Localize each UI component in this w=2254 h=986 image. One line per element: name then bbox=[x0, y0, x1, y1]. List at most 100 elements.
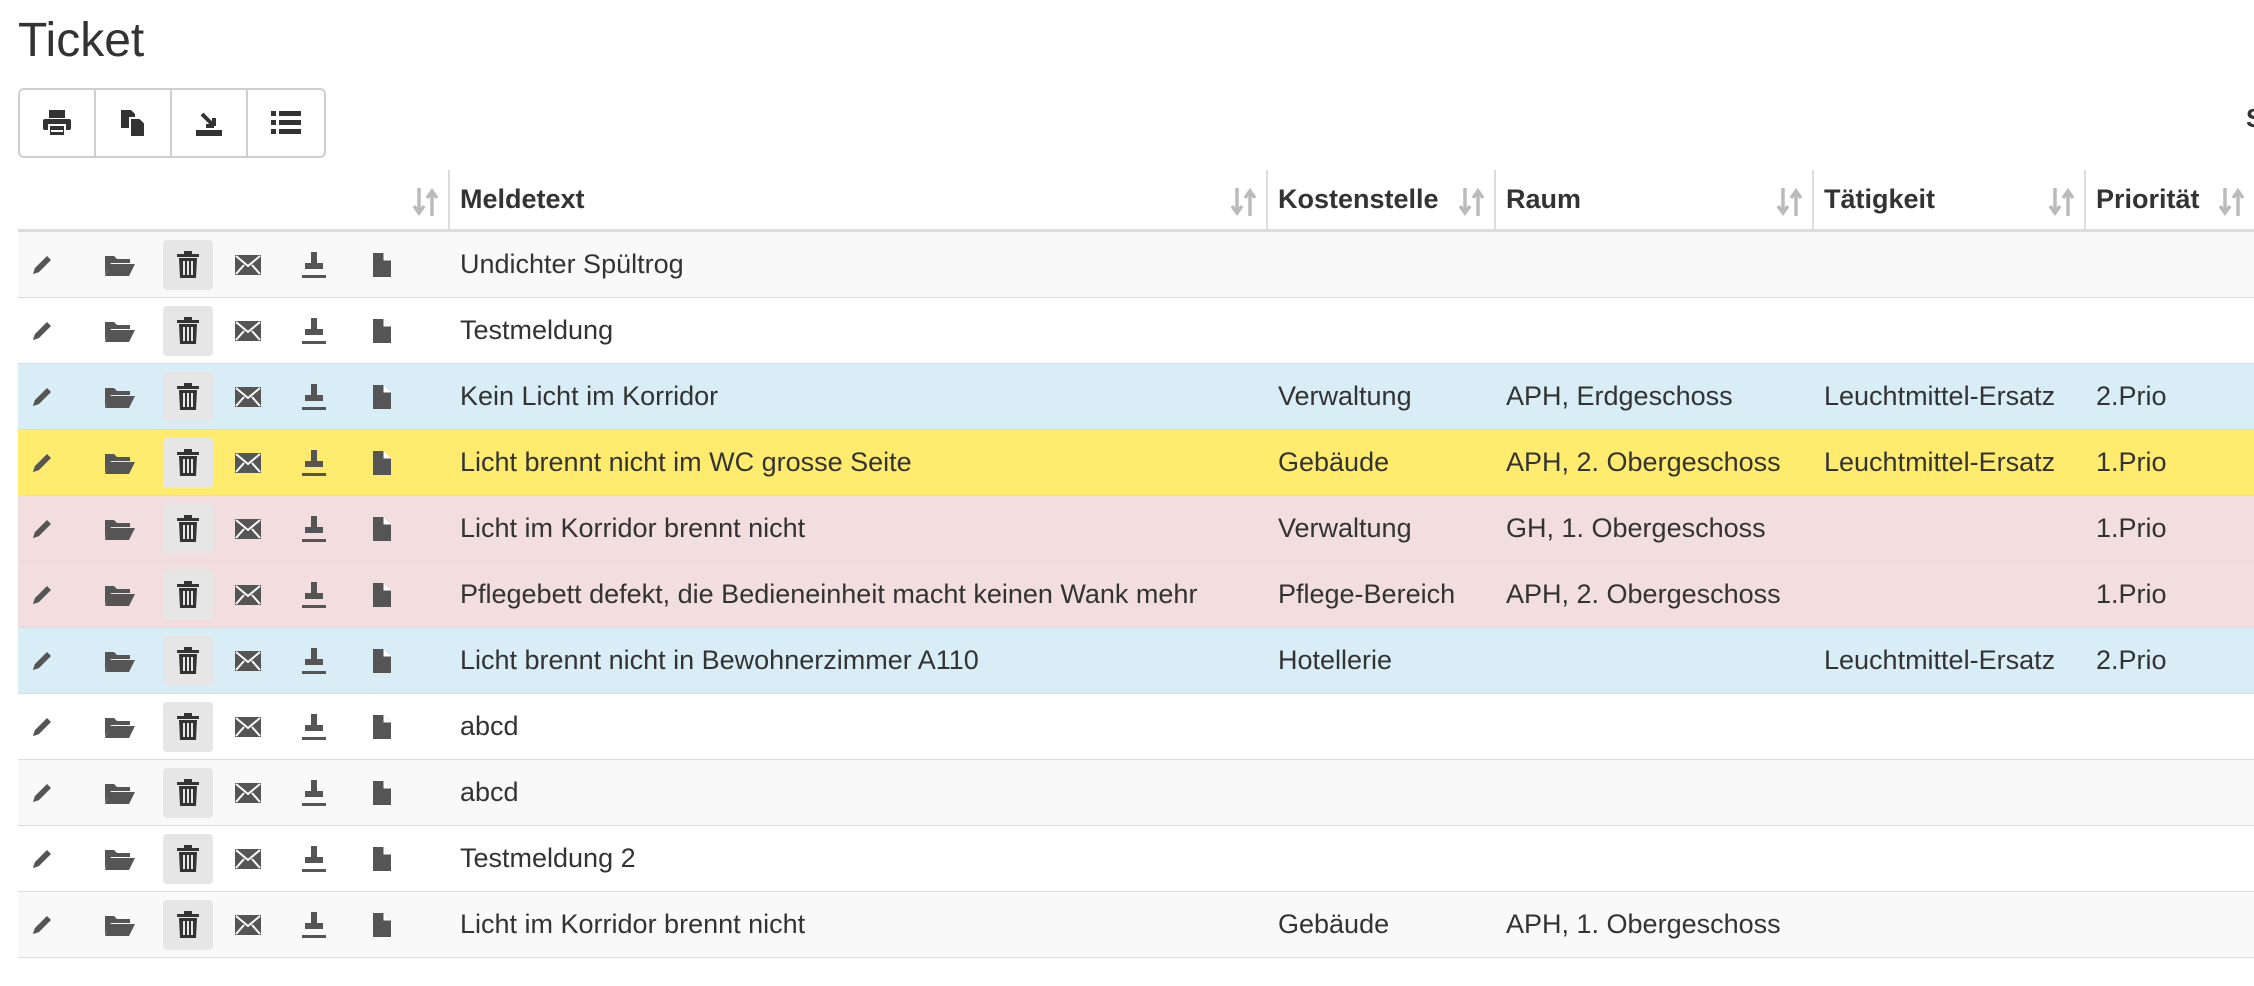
delete-button[interactable] bbox=[163, 900, 213, 950]
edit-button[interactable] bbox=[18, 364, 66, 429]
delete-button[interactable] bbox=[163, 768, 213, 818]
document-icon bbox=[373, 253, 391, 277]
column-header-actions[interactable] bbox=[18, 170, 450, 229]
email-button[interactable] bbox=[224, 298, 272, 363]
email-button[interactable] bbox=[224, 430, 272, 495]
open-button[interactable] bbox=[96, 826, 144, 891]
document-button[interactable] bbox=[358, 892, 406, 957]
open-button[interactable] bbox=[96, 232, 144, 297]
email-button[interactable] bbox=[224, 892, 272, 957]
stamp-button[interactable] bbox=[290, 298, 338, 363]
list-icon bbox=[271, 111, 301, 134]
document-button[interactable] bbox=[358, 760, 406, 825]
open-button[interactable] bbox=[96, 760, 144, 825]
stamp-button[interactable] bbox=[290, 628, 338, 693]
delete-button[interactable] bbox=[163, 834, 213, 884]
edit-button[interactable] bbox=[18, 826, 66, 891]
column-header-raum[interactable]: Raum bbox=[1496, 170, 1814, 229]
edit-button[interactable] bbox=[18, 628, 66, 693]
column-header-kostenstelle[interactable]: Kostenstelle bbox=[1268, 170, 1496, 229]
print-button[interactable] bbox=[20, 90, 96, 156]
copy-button[interactable] bbox=[96, 90, 172, 156]
email-button[interactable] bbox=[224, 760, 272, 825]
document-button[interactable] bbox=[358, 496, 406, 561]
table-row[interactable]: abcd bbox=[18, 760, 2254, 826]
edit-button[interactable] bbox=[18, 760, 66, 825]
document-button[interactable] bbox=[358, 628, 406, 693]
open-button[interactable] bbox=[96, 694, 144, 759]
edit-button[interactable] bbox=[18, 232, 66, 297]
stamp-button[interactable] bbox=[290, 826, 338, 891]
table-row[interactable]: abcd bbox=[18, 694, 2254, 760]
open-button[interactable] bbox=[96, 892, 144, 957]
open-button[interactable] bbox=[96, 628, 144, 693]
edit-icon bbox=[33, 586, 51, 604]
stamp-button[interactable] bbox=[290, 562, 338, 627]
cell-taetigkeit bbox=[1814, 826, 2086, 891]
stamp-button[interactable] bbox=[290, 892, 338, 957]
table-row[interactable]: Licht im Korridor brennt nicht Verwaltun… bbox=[18, 496, 2254, 562]
document-button[interactable] bbox=[358, 826, 406, 891]
delete-button[interactable] bbox=[163, 438, 213, 488]
delete-button[interactable] bbox=[163, 504, 213, 554]
table-row[interactable]: Testmeldung bbox=[18, 298, 2254, 364]
email-button[interactable] bbox=[224, 364, 272, 429]
delete-button[interactable] bbox=[163, 306, 213, 356]
open-button[interactable] bbox=[96, 430, 144, 495]
stamp-button[interactable] bbox=[290, 364, 338, 429]
open-button[interactable] bbox=[96, 562, 144, 627]
table-row[interactable]: Licht im Korridor brennt nicht Gebäude A… bbox=[18, 892, 2254, 958]
edit-button[interactable] bbox=[18, 496, 66, 561]
document-button[interactable] bbox=[358, 232, 406, 297]
column-header-meldetext[interactable]: Meldetext bbox=[450, 170, 1268, 229]
email-button[interactable] bbox=[224, 628, 272, 693]
cell-kostenstelle bbox=[1268, 232, 1496, 297]
cell-meldetext: abcd bbox=[460, 777, 519, 807]
column-header-prioritaet[interactable]: Priorität bbox=[2086, 170, 2254, 229]
edit-button[interactable] bbox=[18, 892, 66, 957]
column-header-taetigkeit[interactable]: Tätigkeit bbox=[1814, 170, 2086, 229]
edit-button[interactable] bbox=[18, 562, 66, 627]
stamp-button[interactable] bbox=[290, 232, 338, 297]
table-row[interactable]: Licht brennt nicht im WC grosse Seite Ge… bbox=[18, 430, 2254, 496]
table-row[interactable]: Undichter Spültrog bbox=[18, 232, 2254, 298]
document-button[interactable] bbox=[358, 364, 406, 429]
cell-kostenstelle bbox=[1268, 760, 1496, 825]
open-button[interactable] bbox=[96, 364, 144, 429]
edit-button[interactable] bbox=[18, 298, 66, 363]
delete-button[interactable] bbox=[163, 570, 213, 620]
edit-button[interactable] bbox=[18, 694, 66, 759]
table-body: Undichter Spültrog Testmeldung Kein Lich… bbox=[18, 232, 2254, 958]
document-button[interactable] bbox=[358, 694, 406, 759]
email-button[interactable] bbox=[224, 826, 272, 891]
stamp-button[interactable] bbox=[290, 430, 338, 495]
table-row[interactable]: Testmeldung 2 bbox=[18, 826, 2254, 892]
stamp-button[interactable] bbox=[290, 496, 338, 561]
email-button[interactable] bbox=[224, 496, 272, 561]
cell-prioritaet: 1.Prio bbox=[2096, 579, 2167, 609]
cell-raum: GH, 1. Obergeschoss bbox=[1506, 513, 1766, 543]
document-icon bbox=[373, 781, 391, 805]
open-button[interactable] bbox=[96, 298, 144, 363]
table-row[interactable]: Pflegebett defekt, die Bedieneinheit mac… bbox=[18, 562, 2254, 628]
list-button[interactable] bbox=[248, 90, 324, 156]
email-button[interactable] bbox=[224, 694, 272, 759]
open-button[interactable] bbox=[96, 496, 144, 561]
open-folder-icon bbox=[105, 388, 135, 408]
table-row[interactable]: Licht brennt nicht in Bewohnerzimmer A11… bbox=[18, 628, 2254, 694]
delete-button[interactable] bbox=[163, 372, 213, 422]
edit-button[interactable] bbox=[18, 430, 66, 495]
delete-button[interactable] bbox=[163, 702, 213, 752]
stamp-button[interactable] bbox=[290, 694, 338, 759]
document-button[interactable] bbox=[358, 298, 406, 363]
export-button[interactable] bbox=[172, 90, 248, 156]
delete-button[interactable] bbox=[163, 240, 213, 290]
email-button[interactable] bbox=[224, 562, 272, 627]
delete-button[interactable] bbox=[163, 636, 213, 686]
document-button[interactable] bbox=[358, 562, 406, 627]
table-row[interactable]: Kein Licht im Korridor Verwaltung APH, E… bbox=[18, 364, 2254, 430]
stamp-button[interactable] bbox=[290, 760, 338, 825]
stamp-icon bbox=[302, 912, 326, 938]
document-button[interactable] bbox=[358, 430, 406, 495]
email-button[interactable] bbox=[224, 232, 272, 297]
